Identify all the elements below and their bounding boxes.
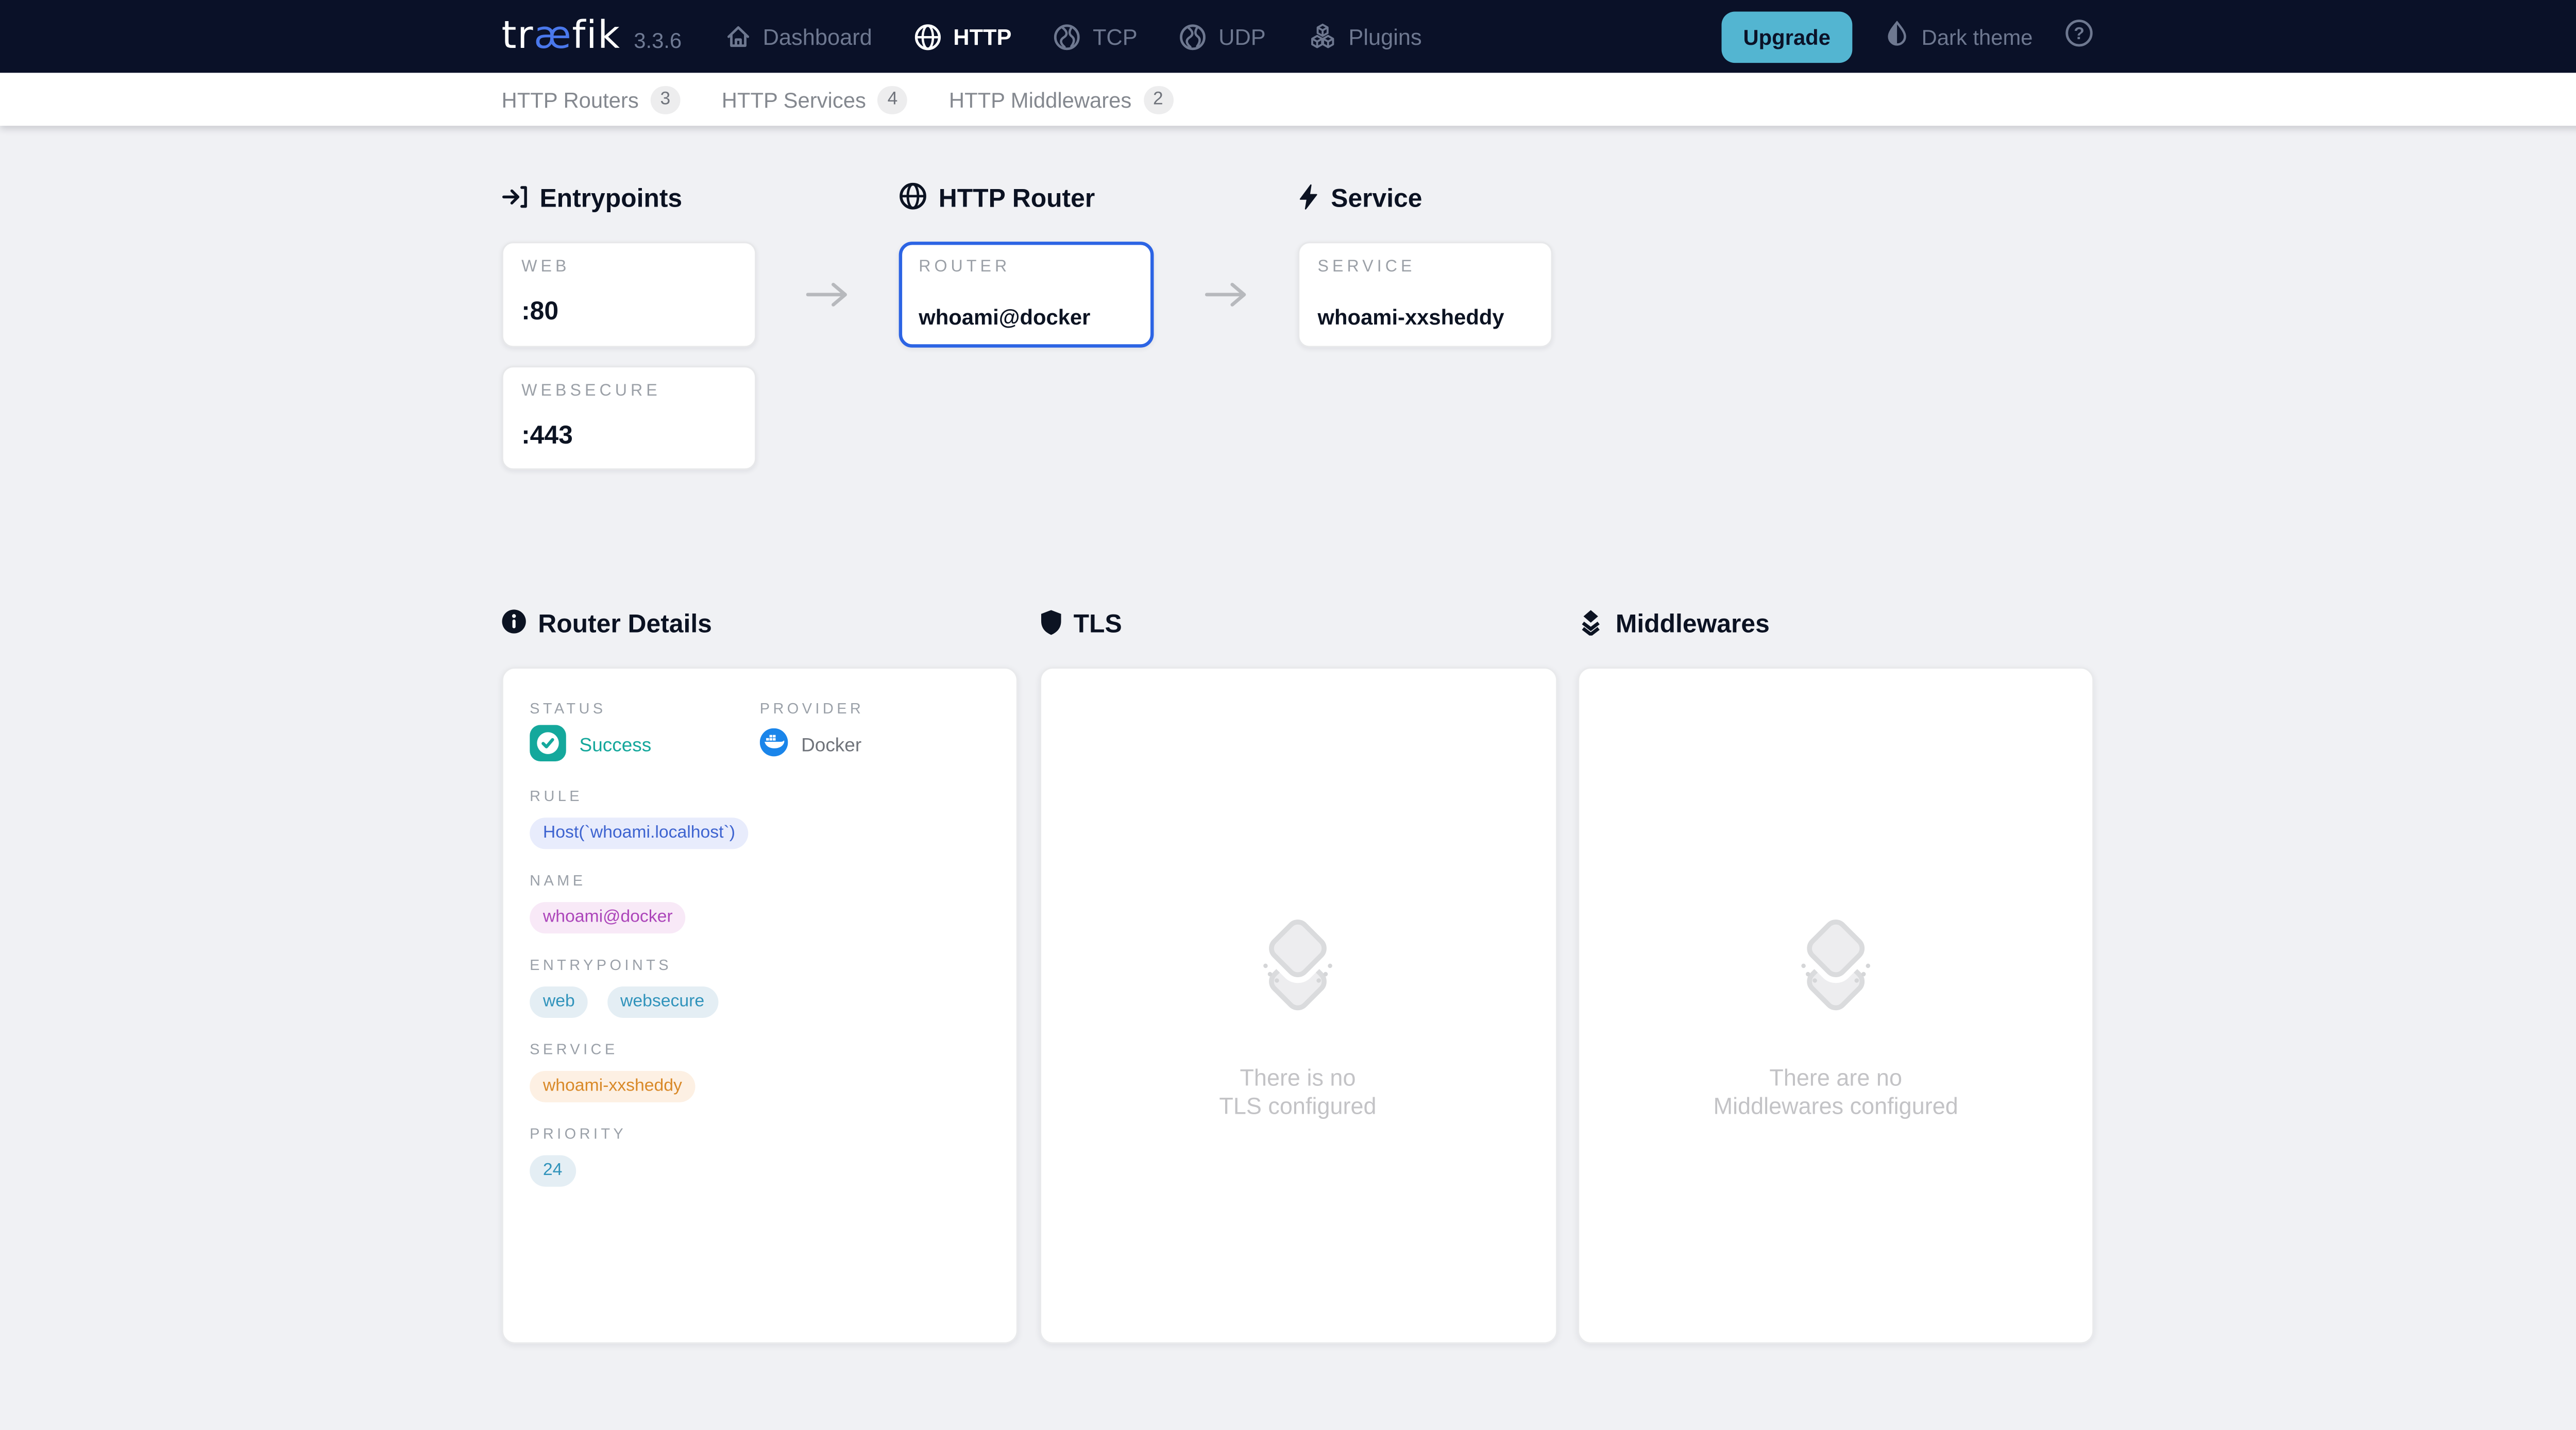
service-label: SERVICE — [530, 1041, 990, 1058]
status-label: STATUS — [530, 700, 760, 717]
upgrade-button[interactable]: Upgrade — [1722, 11, 1852, 62]
detail-panels: Router Details TLS Middlewares STATUS — [502, 611, 2094, 1344]
tab-http-services[interactable]: HTTP Services 4 — [722, 85, 908, 113]
layers-icon — [1578, 608, 1604, 643]
tls-card: There is no TLS configured — [1039, 667, 1557, 1344]
router-name-chip: whoami@docker — [530, 902, 686, 933]
tab-http-middlewares[interactable]: HTTP Middlewares 2 — [949, 85, 1173, 113]
provider-label: PROVIDER — [760, 700, 864, 717]
priority-chip: 24 — [530, 1155, 575, 1187]
help-button[interactable]: ? — [2064, 18, 2094, 56]
nav-item-http[interactable]: HTTP — [913, 22, 1011, 50]
tab-label: HTTP Middlewares — [949, 87, 1131, 112]
dark-theme-toggle[interactable]: Dark theme — [1884, 20, 2033, 53]
name-label: NAME — [530, 872, 990, 889]
question-icon: ? — [2064, 18, 2094, 56]
rule-chip: Host(`whoami.localhost`) — [530, 818, 749, 849]
tab-http-routers[interactable]: HTTP Routers 3 — [502, 85, 681, 113]
shield-icon — [1039, 608, 1062, 643]
nav-item-tcp[interactable]: TCP — [1053, 22, 1138, 50]
empty-layers-icon — [1246, 914, 1349, 1025]
entrypoint-card-web: WEB :80 — [502, 242, 757, 348]
dark-theme-label: Dark theme — [1922, 24, 2033, 49]
router-card-value: whoami@docker — [919, 303, 1134, 333]
proxy-icon — [1053, 22, 1081, 50]
home-icon — [725, 23, 751, 49]
nav-item-plugins[interactable]: Plugins — [1307, 22, 1422, 50]
entrypoint-card-value: :80 — [521, 298, 737, 328]
main-content: Entrypoints HTTP Router Service WEB :80 — [502, 126, 2094, 1344]
login-arrow-icon — [502, 183, 528, 217]
empty-layers-icon — [1785, 914, 1887, 1025]
traefik-logo[interactable]: træfik 3.3.6 — [502, 15, 682, 58]
http-router-section-title: HTTP Router — [899, 185, 1154, 215]
rule-label: RULE — [530, 788, 990, 804]
flow-arrow-icon — [806, 281, 850, 316]
logo-wordmark: træfik — [502, 15, 621, 58]
tab-label: HTTP Routers — [502, 87, 639, 112]
service-card[interactable]: SERVICE whoami-xxsheddy — [1298, 242, 1553, 348]
middlewares-empty-message: There are no Middlewares configured — [1714, 1064, 1958, 1120]
entrypoint-chip-websecure: websecure — [607, 986, 718, 1018]
nav-item-udp[interactable]: UDP — [1179, 22, 1266, 50]
entrypoint-chip-web: web — [530, 986, 588, 1018]
entrypoint-card-value: :443 — [521, 422, 737, 452]
entrypoint-card-websecure: WEBSECURE :443 — [502, 366, 757, 470]
tls-empty-message: There is no TLS configured — [1219, 1064, 1376, 1120]
tab-count-badge: 2 — [1143, 85, 1173, 113]
service-card-value: whoami-xxsheddy — [1318, 303, 1533, 333]
tab-count-badge: 4 — [877, 85, 907, 113]
flow-arrow-icon — [1204, 281, 1247, 316]
tab-count-badge: 3 — [650, 85, 680, 113]
proxy-icon — [1179, 22, 1207, 50]
service-chip[interactable]: whoami-xxsheddy — [530, 1071, 695, 1102]
entrypoint-card-label: WEBSECURE — [521, 384, 737, 400]
tab-label: HTTP Services — [722, 87, 866, 112]
nav-item-label: Dashboard — [763, 24, 872, 49]
nav-item-dashboard[interactable]: Dashboard — [725, 23, 872, 49]
entrypoints-label: ENTRYPOINTS — [530, 957, 990, 973]
service-section-title: Service — [1298, 185, 1553, 215]
nav-item-label: HTTP — [953, 24, 1011, 49]
nav-item-label: TCP — [1093, 24, 1138, 49]
nav-item-label: UDP — [1218, 24, 1266, 49]
middlewares-card: There are no Middlewares configured — [1578, 667, 2094, 1344]
lightning-icon — [1298, 183, 1319, 217]
router-card[interactable]: ROUTER whoami@docker — [899, 242, 1154, 348]
http-subnav: HTTP Routers 3 HTTP Services 4 HTTP Midd… — [0, 73, 2576, 126]
version-label: 3.3.6 — [634, 28, 682, 53]
provider-value: Docker — [801, 737, 861, 757]
nav-item-label: Plugins — [1348, 24, 1421, 49]
docker-icon — [760, 728, 788, 765]
cubes-icon — [1307, 22, 1337, 50]
svg-text:?: ? — [2074, 23, 2084, 42]
service-card-label: SERVICE — [1318, 260, 1533, 276]
droplet-half-icon — [1884, 20, 1910, 53]
router-card-label: ROUTER — [919, 260, 1134, 276]
status-value: Success — [580, 737, 652, 757]
tls-title: TLS — [1039, 611, 1557, 641]
main-nav: Dashboard HTTP TCP — [725, 22, 1422, 50]
info-icon — [502, 609, 527, 642]
middlewares-title: Middlewares — [1578, 611, 2094, 641]
router-details-title: Router Details — [502, 611, 1018, 641]
success-check-icon — [530, 724, 566, 769]
router-flow-diagram: Entrypoints HTTP Router Service WEB :80 — [502, 185, 2094, 470]
navbar-right-controls: Upgrade Dark theme ? — [1722, 11, 2094, 62]
traefik-dashboard: træfik 3.3.6 Dashboard HTTP — [0, 0, 2576, 1430]
globe-icon — [899, 182, 927, 218]
top-navbar: træfik 3.3.6 Dashboard HTTP — [0, 0, 2576, 73]
router-details-card: STATUS Success PROVIDER — [502, 667, 1018, 1344]
globe-icon — [913, 22, 942, 50]
entrypoint-card-label: WEB — [521, 260, 737, 276]
entrypoints-section-title: Entrypoints — [502, 185, 757, 215]
priority-label: PRIORITY — [530, 1126, 990, 1142]
